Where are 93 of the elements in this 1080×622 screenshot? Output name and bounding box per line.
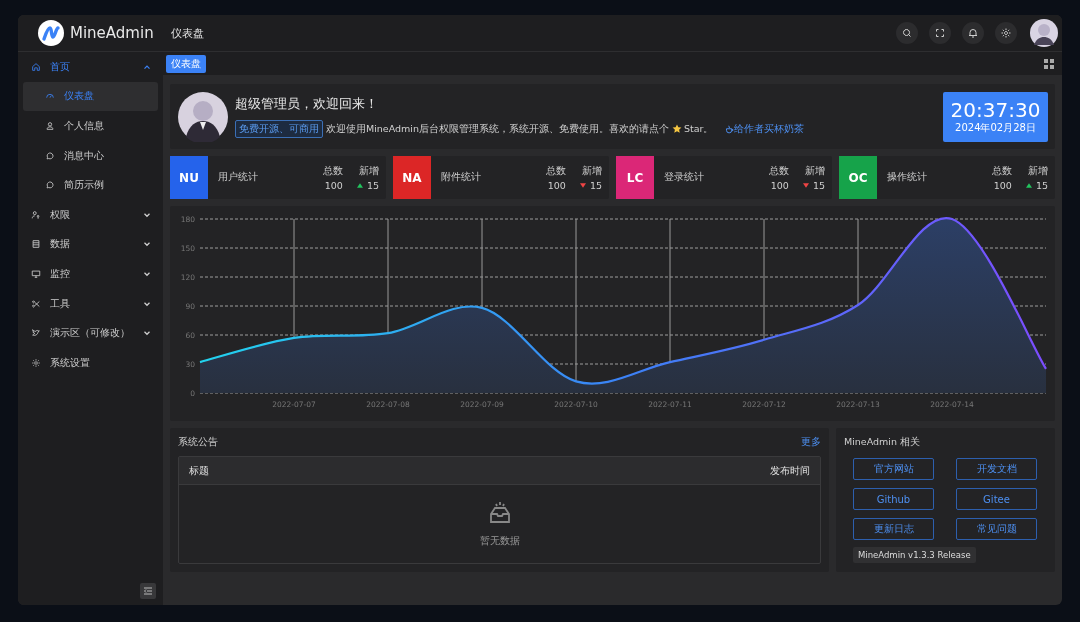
chat-icon xyxy=(45,150,55,161)
bell-icon xyxy=(967,27,979,39)
logo-icon xyxy=(38,20,64,46)
user-icon xyxy=(45,121,55,131)
settings-icon xyxy=(1000,27,1012,39)
cup-icon xyxy=(725,124,735,134)
monitor-icon xyxy=(31,268,41,279)
bird-icon xyxy=(31,328,41,339)
stat-value: 100 xyxy=(770,179,789,191)
empty-text: 暂无数据 xyxy=(479,534,520,548)
stat-value: 100 xyxy=(547,179,566,191)
sidebar-item[interactable]: 首页 xyxy=(23,52,158,82)
link-button[interactable]: Gitee xyxy=(956,488,1037,510)
clock-date: 2024年02月28日 xyxy=(955,120,1036,135)
stat-heading: 新增 xyxy=(359,164,379,178)
settings-button[interactable] xyxy=(995,22,1017,44)
stat-value: 15 xyxy=(812,179,825,191)
link-button[interactable]: 官方网站 xyxy=(853,458,934,480)
collapse-button[interactable] xyxy=(140,583,156,599)
column-header: 标题 xyxy=(189,463,209,478)
donate-link[interactable]: 给作者买杯奶茶 xyxy=(725,122,805,136)
stat-value: 15 xyxy=(589,179,602,191)
fullscreen-button[interactable] xyxy=(929,22,951,44)
stat-value: 100 xyxy=(324,179,343,191)
stat-label: 登录统计 xyxy=(664,171,705,184)
chat-icon xyxy=(45,180,55,191)
card-title: MineAdmin 相关 xyxy=(844,436,921,449)
gear-icon xyxy=(31,357,41,368)
stat-code: LC xyxy=(616,156,654,199)
stat-heading: 新增 xyxy=(1028,164,1048,178)
link-button[interactable]: 更新日志 xyxy=(853,518,934,540)
card-title: 系统公告 xyxy=(178,436,218,449)
stat-value: 15 xyxy=(366,179,379,191)
stat-heading: 总数 xyxy=(991,164,1012,178)
stat-heading: 新增 xyxy=(582,164,602,178)
sidebar-subitem[interactable]: 个人信息 xyxy=(23,111,158,141)
stat-value: 100 xyxy=(993,179,1012,191)
sidebar-label: 简历示例 xyxy=(64,178,104,193)
sidebar-subitem[interactable]: 消息中心 xyxy=(23,140,158,171)
stat-heading: 新增 xyxy=(805,164,825,178)
tag: 免费开源、可商用 xyxy=(235,120,323,138)
stat-label: 操作统计 xyxy=(887,171,928,184)
stat-label: 用户统计 xyxy=(218,171,259,184)
version-tag: MineAdmin v1.3.3 Release xyxy=(853,547,976,563)
user-key-icon xyxy=(31,209,41,220)
search-button[interactable] xyxy=(896,22,918,44)
stat-label: 附件统计 xyxy=(441,171,482,184)
star-text: Star。 xyxy=(684,122,714,136)
sidebar-item[interactable]: 系统设置 xyxy=(23,347,158,378)
link-button[interactable]: Github xyxy=(853,488,934,510)
sidebar-label: 仪表盘 xyxy=(64,89,94,104)
search-icon xyxy=(901,27,913,39)
sidebar-label: 首页 xyxy=(50,59,70,74)
stat-code: NA xyxy=(393,156,431,199)
collapse-icon xyxy=(142,585,154,597)
sidebar-item[interactable]: 监控 xyxy=(23,259,158,289)
star-icon xyxy=(672,124,682,134)
sidebar-label: 权限 xyxy=(50,207,70,222)
home-icon xyxy=(31,61,41,72)
stat-heading: 总数 xyxy=(322,164,343,178)
tab[interactable]: 仪表盘 xyxy=(166,54,206,73)
scissors-icon xyxy=(31,298,41,309)
sidebar-item[interactable]: 演示区（可修改） xyxy=(23,318,158,348)
fullscreen-icon xyxy=(934,27,946,39)
stat-heading: 总数 xyxy=(768,164,789,178)
stat-code: NU xyxy=(170,156,208,199)
more-link[interactable]: 更多 xyxy=(801,436,821,449)
link-button[interactable]: 常见问题 xyxy=(956,518,1037,540)
column-header: 发布时间 xyxy=(770,463,810,478)
welcome-title: 超级管理员，欢迎回来！ xyxy=(235,95,379,113)
breadcrumb[interactable]: 仪表盘 xyxy=(171,25,204,41)
sidebar-label: 个人信息 xyxy=(64,119,104,133)
sidebar-label: 数据 xyxy=(50,237,70,252)
brand-name: MineAdmin xyxy=(70,24,154,42)
link-button[interactable]: 开发文档 xyxy=(956,458,1037,480)
sidebar-item[interactable]: 权限 xyxy=(23,199,158,230)
stat-value: 15 xyxy=(1035,179,1048,191)
stat-heading: 总数 xyxy=(545,164,566,178)
sidebar-item[interactable]: 工具 xyxy=(23,288,158,319)
stat-code: OC xyxy=(839,156,877,199)
sidebar-label: 系统设置 xyxy=(50,355,90,370)
sidebar-label: 监控 xyxy=(50,266,70,281)
sidebar-subitem[interactable]: 仪表盘 xyxy=(23,81,158,112)
notification-button[interactable] xyxy=(962,22,984,44)
sidebar-label: 演示区（可修改） xyxy=(50,326,130,341)
welcome-text: 欢迎使用MineAdmin后台权限管理系统，系统开源、免费使用。喜欢的请点个 xyxy=(326,122,669,136)
grid-icon[interactable] xyxy=(1044,58,1054,69)
sidebar-subitem[interactable]: 简历示例 xyxy=(23,170,158,200)
sidebar-label: 消息中心 xyxy=(64,148,104,163)
sidebar-item[interactable]: 数据 xyxy=(23,229,158,260)
clock-time: 20:37:30 xyxy=(950,98,1041,121)
sidebar-label: 工具 xyxy=(50,296,70,311)
list-icon xyxy=(31,239,41,250)
